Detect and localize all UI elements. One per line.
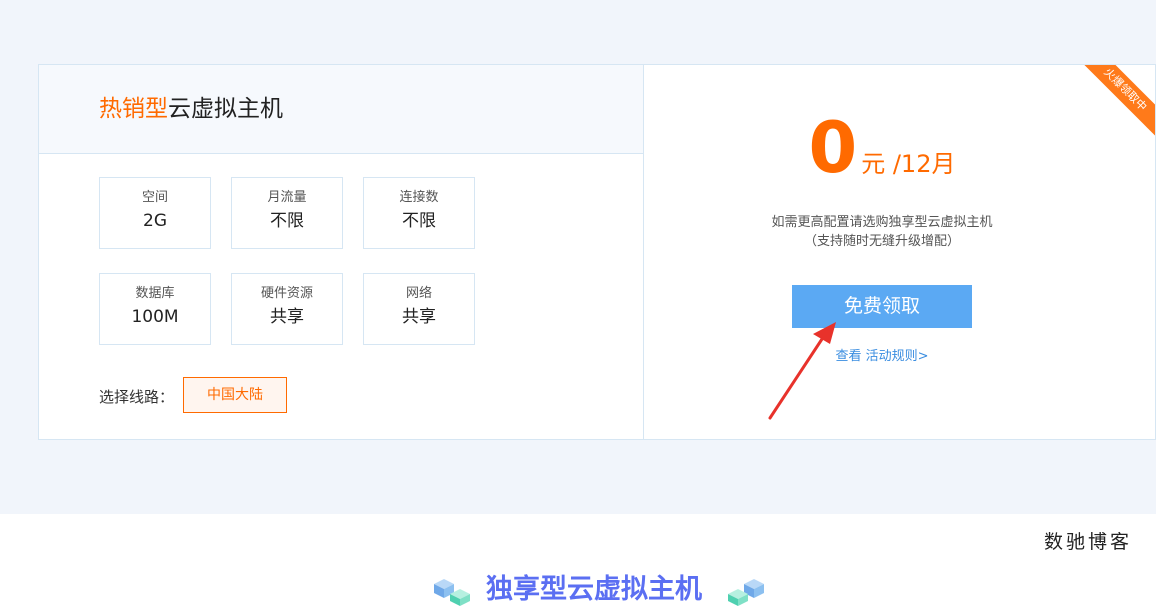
spec-value: 2G — [143, 211, 167, 231]
offer-panel: 0元 /12月 如需更高配置请选购独享型云虚拟主机 （支持随时无缝升级增配） 免… — [644, 65, 1155, 439]
spec-connections: 连接数 不限 — [363, 177, 475, 249]
corner-ribbon: 火爆领取中 — [1081, 65, 1155, 139]
spec-space: 空间 2G — [99, 177, 211, 249]
upgrade-note-line1: 如需更高配置请选购独享型云虚拟主机 — [771, 215, 993, 230]
spec-value: 100M — [131, 307, 179, 327]
plan-title-text: 云虚拟主机 — [168, 96, 283, 122]
spec-label: 数据库 — [135, 286, 175, 301]
plan-title: 热销型云虚拟主机 — [99, 95, 283, 123]
price-unit: 元 /12月 — [861, 150, 956, 178]
product-card: 热销型云虚拟主机 空间 2G 月流量 不限 连接数 不限 数据库 100M 硬件… — [38, 64, 1156, 440]
price-amount: 0 — [808, 107, 858, 189]
route-option-button[interactable]: 中国大陆 — [183, 377, 287, 413]
spec-value: 共享 — [402, 307, 436, 327]
spec-database: 数据库 100M — [99, 273, 211, 345]
spec-hardware: 硬件资源 共享 — [231, 273, 343, 345]
upgrade-note-line2: （支持随时无缝升级增配） — [803, 234, 960, 249]
spec-network: 网络 共享 — [363, 273, 475, 345]
cube-icon-right — [728, 579, 764, 606]
spec-label: 硬件资源 — [260, 286, 313, 301]
claim-free-button[interactable]: 免费领取 — [792, 285, 972, 328]
spec-value: 不限 — [402, 211, 436, 231]
spec-monthly-traffic: 月流量 不限 — [231, 177, 343, 249]
blog-watermark: 数驰博客 — [1044, 531, 1133, 553]
spec-label: 空间 — [141, 190, 168, 205]
section-title: 独享型云虚拟主机 — [486, 574, 702, 605]
activity-rules-link[interactable]: 查看 活动规则> — [644, 345, 1120, 364]
plan-title-highlight: 热销型 — [99, 96, 168, 122]
plan-header: 热销型云虚拟主机 — [39, 65, 643, 154]
spec-value: 共享 — [270, 307, 304, 327]
cube-icon-left — [434, 579, 470, 606]
upgrade-note: 如需更高配置请选购独享型云虚拟主机 （支持随时无缝升级增配） — [644, 213, 1120, 251]
ribbon-label: 火爆领取中 — [1081, 65, 1155, 139]
spec-label: 月流量 — [267, 190, 307, 205]
spec-label: 连接数 — [399, 190, 439, 205]
price: 0元 /12月 — [644, 109, 1120, 187]
spec-value: 不限 — [270, 211, 304, 231]
route-label: 选择线路： — [99, 388, 175, 406]
plan-details-panel: 热销型云虚拟主机 空间 2G 月流量 不限 连接数 不限 数据库 100M 硬件… — [39, 65, 644, 439]
spec-label: 网络 — [405, 286, 432, 301]
